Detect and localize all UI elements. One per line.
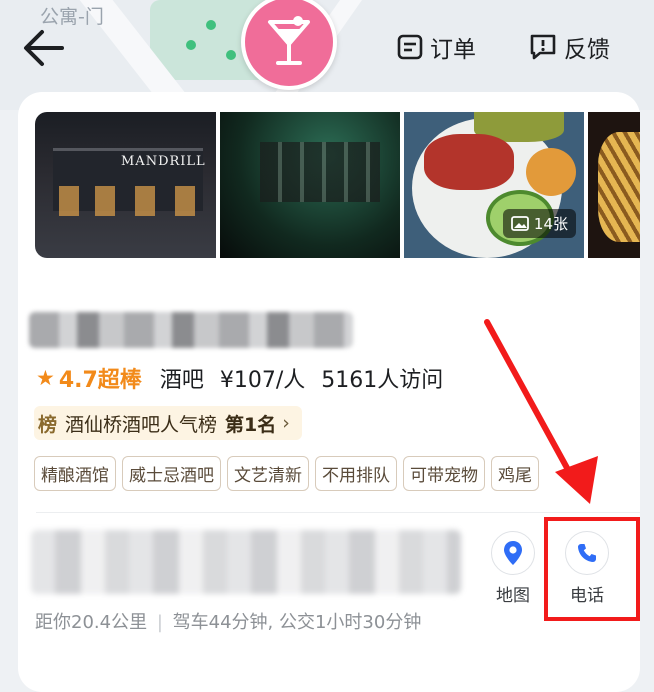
rank-list-name: 酒仙桥酒吧人气榜	[65, 413, 218, 436]
map-button[interactable]: 地图	[490, 531, 536, 606]
rating-score[interactable]: 4.7超棒	[59, 362, 142, 394]
address-redacted	[31, 530, 461, 594]
window	[175, 186, 195, 216]
photo-count-badge[interactable]: 14张	[502, 209, 576, 238]
tag[interactable]: 文艺清新	[227, 456, 309, 491]
gallery-photo[interactable]	[588, 112, 640, 258]
orders-button[interactable]: 订单	[396, 30, 476, 64]
wall-frames	[260, 142, 380, 202]
gallery-photo[interactable]: 14张	[404, 112, 584, 258]
tag-list: 精酿酒馆 威士忌酒吧 文艺清新 不用排队 可带宠物 鸡尾	[34, 456, 539, 491]
rating-row: ★ 4.7超棒 酒吧 ¥107/人 5161人访问	[36, 362, 443, 394]
map-button-ring	[491, 531, 535, 575]
photo-count: 14张	[533, 215, 568, 233]
window	[135, 186, 155, 216]
map-label: 地图	[496, 586, 530, 606]
back-button[interactable]	[22, 28, 66, 68]
food	[598, 132, 640, 242]
window	[59, 186, 79, 216]
visits: 5161人访问	[321, 368, 444, 393]
price: ¥107/人	[219, 368, 306, 393]
location-pin-icon	[504, 541, 522, 565]
photo-gallery[interactable]: MANDRILL 14张	[35, 112, 640, 258]
star-icon: ★	[36, 366, 55, 390]
distance: 距你20.4公里	[35, 612, 148, 633]
gallery-photo[interactable]	[220, 112, 400, 258]
map-markers	[186, 40, 196, 50]
highlight-box	[544, 517, 640, 621]
tag[interactable]: 威士忌酒吧	[122, 456, 221, 491]
tag[interactable]: 可带宠物	[403, 456, 485, 491]
rank-badge-icon: 榜	[38, 413, 58, 436]
rank-position: 第1名	[225, 413, 277, 436]
feedback-button[interactable]: 反馈	[528, 30, 610, 64]
window	[95, 186, 115, 216]
image-icon	[511, 216, 529, 231]
storefront-text: MANDRILL	[121, 154, 206, 169]
tag[interactable]: 精酿酒馆	[34, 456, 116, 491]
feedback-icon	[530, 34, 556, 60]
category: 酒吧	[159, 368, 204, 393]
orders-label: 订单	[430, 37, 476, 63]
ranking-banner[interactable]: 榜 酒仙桥酒吧人气榜 第1名 ›	[34, 406, 302, 440]
back-arrow-icon	[24, 30, 64, 66]
food	[526, 148, 576, 196]
separator: |	[156, 612, 163, 633]
place-name-redacted	[29, 312, 353, 348]
tag[interactable]: 鸡尾	[491, 456, 539, 491]
gallery-photo[interactable]: MANDRILL	[35, 112, 216, 258]
distance-info: 距你20.4公里 | 驾车44分钟, 公交1小时30分钟	[35, 608, 421, 634]
divider	[36, 512, 640, 513]
order-icon	[397, 34, 423, 60]
map-label: 公寓-门	[40, 6, 104, 28]
travel-time: 驾车44分钟, 公交1小时30分钟	[172, 612, 422, 633]
tag[interactable]: 不用排队	[315, 456, 397, 491]
feedback-label: 反馈	[564, 37, 610, 63]
chevron-right-icon: ›	[282, 412, 290, 434]
food	[424, 134, 514, 190]
